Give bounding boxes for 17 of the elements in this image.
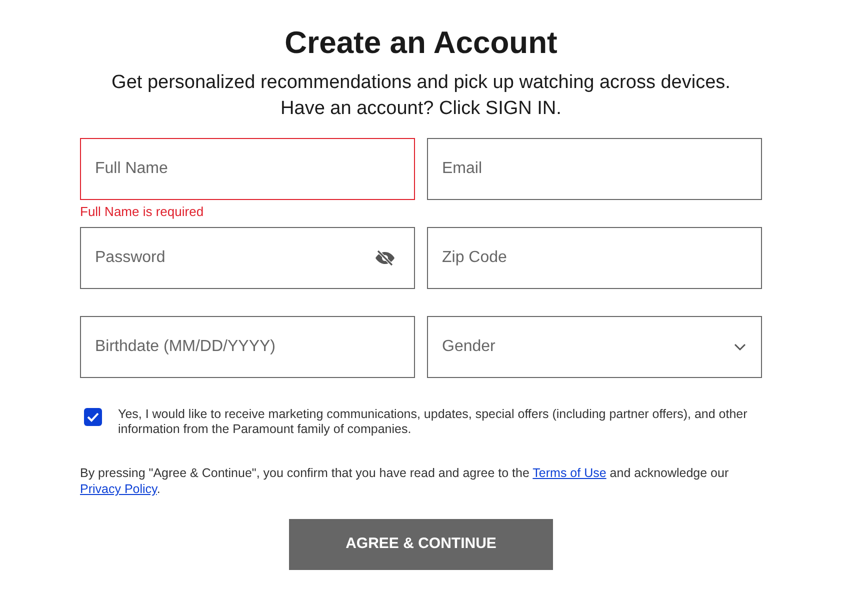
agree-continue-button[interactable]: AGREE & CONTINUE xyxy=(289,519,553,570)
input-field[interactable]: Email xyxy=(427,138,762,200)
page-subtitle: Get personalized recommendations and pick up watching across devices. Have an account? Click SIGN IN. xyxy=(110,71,732,121)
legal-text: By pressing "Agree & Continue", you confirm that you have read and agree to the Terms of Use and acknowledge our Privacy Policy. xyxy=(80,465,730,497)
chevron-down-icon xyxy=(734,343,746,351)
input-field[interactable]: Zip Code xyxy=(427,227,762,289)
input-field[interactable]: Full Name xyxy=(80,138,415,200)
password-field[interactable]: Password xyxy=(80,227,415,289)
legal-link[interactable]: Terms of Use xyxy=(532,466,606,480)
checkbox-label: Yes, I would like to receive marketing communications, updates, special offers (including partner offers), and other information from the Paramount family of companies. xyxy=(118,407,748,437)
page-title: Create an Account xyxy=(284,24,558,62)
error-message: Full Name is required xyxy=(80,204,205,220)
gender-dropdown[interactable]: Gender xyxy=(427,316,762,378)
legal-link[interactable]: Privacy Policy xyxy=(80,482,157,496)
input-field[interactable]: Birthdate (MM/DD/YYYY) xyxy=(80,316,415,378)
checkbox[interactable] xyxy=(84,408,102,426)
hide-password-icon[interactable] xyxy=(375,250,395,266)
